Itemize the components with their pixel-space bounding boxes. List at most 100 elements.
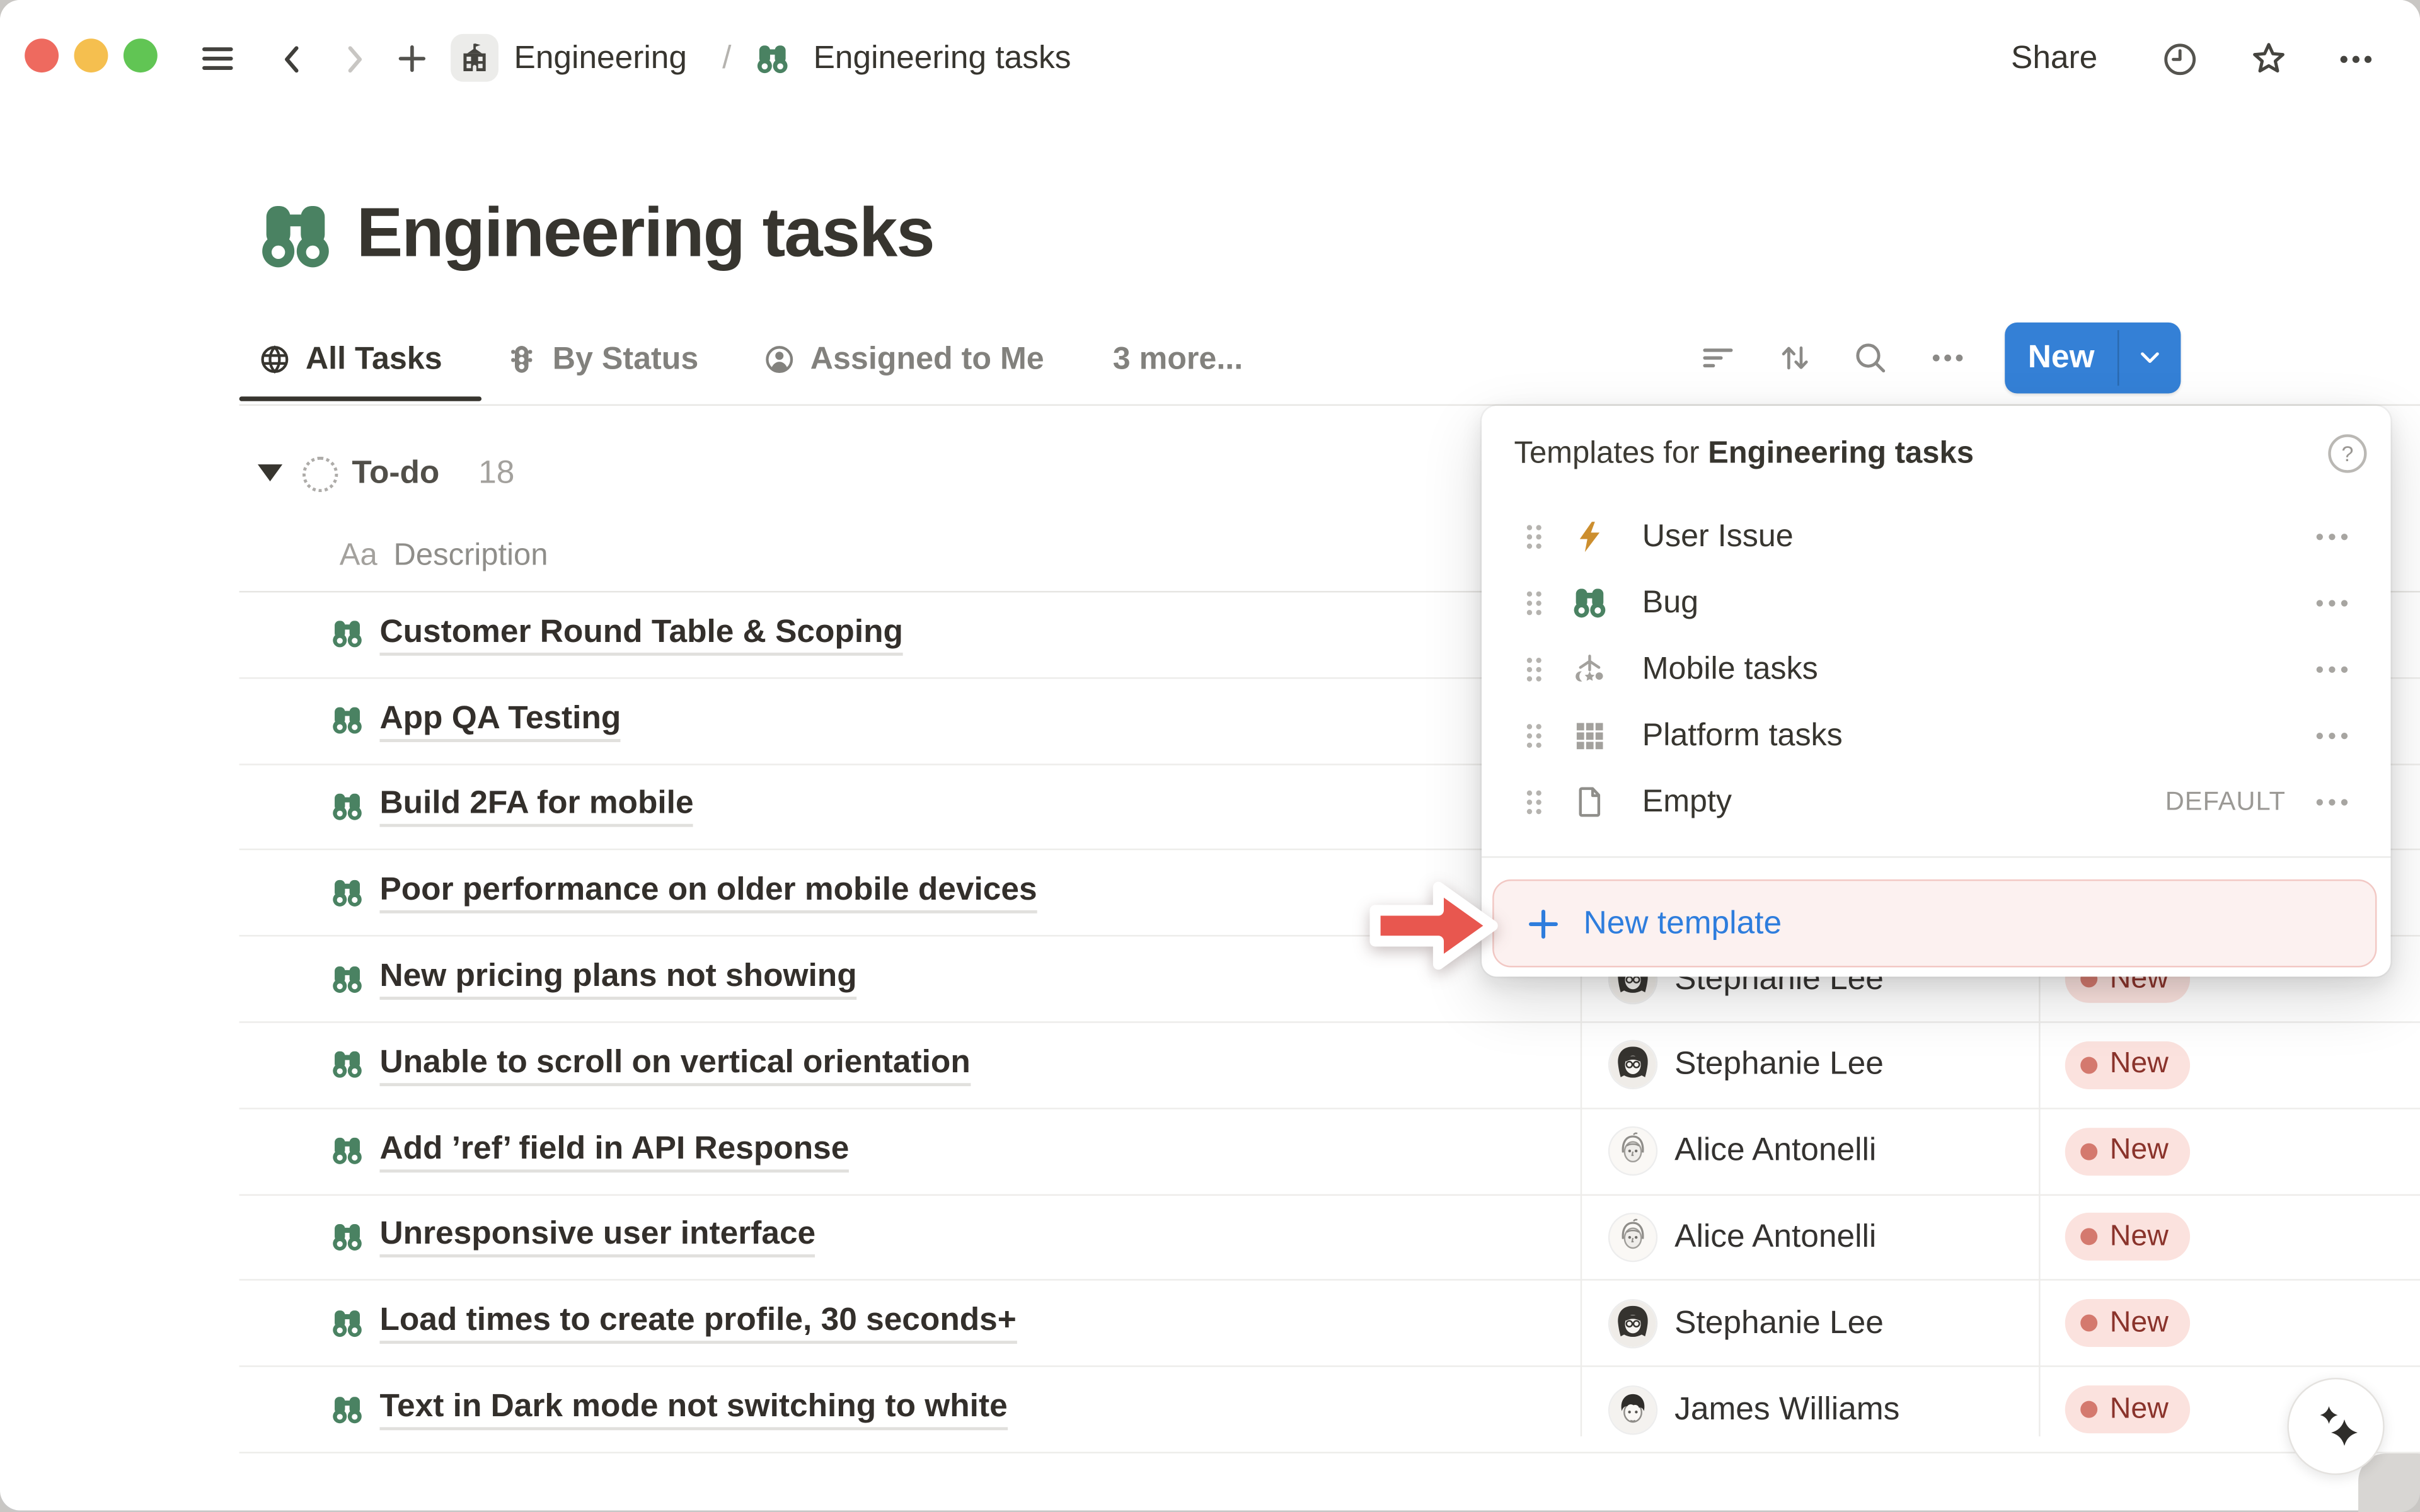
nav-back-button[interactable] [265,32,318,84]
breadcrumb-page[interactable]: Engineering tasks [814,40,1071,77]
group-count: 18 [478,455,514,492]
status-badge[interactable]: New [2065,1385,2190,1433]
template-item-empty[interactable]: EmptyDEFAULT [1482,769,2390,835]
status-dot [2080,1143,2097,1160]
status-badge[interactable]: New [2065,1300,2190,1348]
task-title-cell[interactable]: Load times to create profile, 30 seconds… [330,1281,1017,1366]
avatar [1610,1300,1656,1346]
task-title-cell[interactable]: New pricing plans not showing [330,937,857,1021]
new-template-button[interactable]: New template [1492,879,2377,968]
teamspace-icon-chip[interactable] [451,34,498,82]
drag-handle-icon[interactable] [1525,721,1543,749]
task-title-link[interactable]: Unresponsive user interface [379,1217,815,1258]
task-title-link[interactable]: App QA Testing [379,700,621,742]
sidebar-menu-button[interactable] [192,32,244,84]
page-icon-binoculars[interactable] [256,197,335,276]
topbar-more-button[interactable] [2329,32,2382,84]
status-dot [2080,1057,2097,1074]
annotation-arrow [1364,876,1503,975]
assignee-cell[interactable]: Alice Antonelli [1610,1195,1876,1280]
titlebar: Engineering / Engineering tasks Share [0,0,2420,117]
table-row: Add ’ref’ field in API Response Alice Ant… [239,1109,2420,1195]
task-title-cell[interactable]: Poor performance on older mobile devices [330,850,1037,935]
drag-handle-icon[interactable] [1525,788,1543,815]
status-cell[interactable]: New [2065,1109,2190,1193]
drag-handle-icon[interactable] [1525,588,1543,616]
column-header-description[interactable]: Description [393,539,548,574]
assignee-cell[interactable]: Stephanie Lee [1610,1281,1884,1366]
binoculars-icon [755,42,790,77]
group-collapse-toggle[interactable] [258,464,282,481]
updates-button[interactable] [2153,32,2205,84]
traffic-light-minimize[interactable] [74,38,108,72]
status-badge[interactable]: New [2065,1041,2190,1089]
notion-window: Engineering / Engineering tasks Share En… [0,0,2420,1512]
item-more-icon[interactable] [2313,597,2351,609]
group-name[interactable]: To-do [352,455,439,492]
task-title-cell[interactable]: Text in Dark mode not switching to white [330,1367,1008,1452]
drag-handle-icon[interactable] [1525,655,1543,683]
task-title-link[interactable]: Load times to create profile, 30 seconds… [379,1303,1016,1344]
item-more-icon[interactable] [2313,663,2351,675]
template-item-platform-tasks[interactable]: Platform tasks [1482,702,2390,768]
page-title[interactable]: Engineering tasks [357,193,934,273]
template-item-user-issue[interactable]: User Issue [1482,503,2390,569]
favorite-button[interactable] [2242,32,2295,84]
template-item-label: Bug [1642,584,2313,621]
task-title-link[interactable]: Customer Round Table & Scoping [379,614,903,655]
status-badge[interactable]: New [2065,1213,2190,1261]
ai-assistant-button[interactable] [2287,1378,2384,1475]
task-title-cell[interactable]: App QA Testing [330,679,621,763]
item-more-icon[interactable] [2313,795,2351,808]
share-button[interactable]: Share [2011,40,2097,77]
tab-all-tasks[interactable]: All Tasks [258,336,442,382]
status-dot [2080,1401,2097,1418]
sort-button[interactable] [1769,332,1821,384]
task-title-cell[interactable]: Add ’ref’ field in API Response [330,1109,849,1193]
tab-more-views[interactable]: 3 more... [1113,336,1243,382]
status-cell[interactable]: New [2065,1367,2190,1452]
tab-by-status[interactable]: By Status [505,336,699,382]
filter-icon [1699,340,1736,377]
status-cell[interactable]: New [2065,1281,2190,1366]
task-title-link[interactable]: Add ’ref’ field in API Response [379,1130,849,1172]
breadcrumb-workspace[interactable]: Engineering [514,40,688,77]
status-cell[interactable]: New [2065,1023,2190,1108]
binoculars-icon [1571,584,1608,621]
tab-label: All Tasks [306,341,442,378]
new-entry-dropdown[interactable] [2119,323,2181,394]
nav-forward-button[interactable] [327,32,379,84]
task-title-link[interactable]: Build 2FA for mobile [379,786,693,828]
task-title-cell[interactable]: Unable to scroll on vertical orientation [330,1023,971,1108]
template-item-label: Platform tasks [1642,717,2313,754]
new-entry-button[interactable]: New [2005,323,2181,394]
task-title-cell[interactable]: Unresponsive user interface [330,1195,815,1280]
status-cell[interactable]: New [2065,1195,2190,1280]
filter-button[interactable] [1691,332,1744,384]
task-title-link[interactable]: New pricing plans not showing [379,958,856,1000]
template-item-bug[interactable]: Bug [1482,570,2390,636]
task-title-cell[interactable]: Build 2FA for mobile [330,765,694,849]
help-icon[interactable] [2327,433,2368,474]
task-title-link[interactable]: Text in Dark mode not switching to white [379,1389,1007,1430]
traffic-light-close[interactable] [25,38,59,72]
item-more-icon[interactable] [2313,530,2351,542]
drag-handle-icon[interactable] [1525,522,1543,550]
assignee-cell[interactable]: Stephanie Lee [1610,1023,1884,1108]
status-badge[interactable]: New [2065,1127,2190,1175]
item-more-icon[interactable] [2313,729,2351,742]
task-title-cell[interactable]: Customer Round Table & Scoping [330,592,903,677]
view-options-button[interactable] [1922,332,1974,384]
status-light-icon [505,343,539,377]
tab-assigned-to-me[interactable]: Assigned to Me [763,336,1044,382]
template-item-mobile-tasks[interactable]: Mobile tasks [1482,636,2390,702]
task-title-link[interactable]: Unable to scroll on vertical orientation [379,1045,970,1086]
new-page-button[interactable] [386,32,438,84]
search-button[interactable] [1845,332,1897,384]
task-title-link[interactable]: Poor performance on older mobile devices [379,872,1037,914]
binoculars-icon [330,790,364,824]
assignee-cell[interactable]: James Williams [1610,1367,1899,1452]
traffic-light-zoom[interactable] [124,38,158,72]
assignee-cell[interactable]: Alice Antonelli [1610,1109,1876,1193]
building-icon [457,40,492,76]
